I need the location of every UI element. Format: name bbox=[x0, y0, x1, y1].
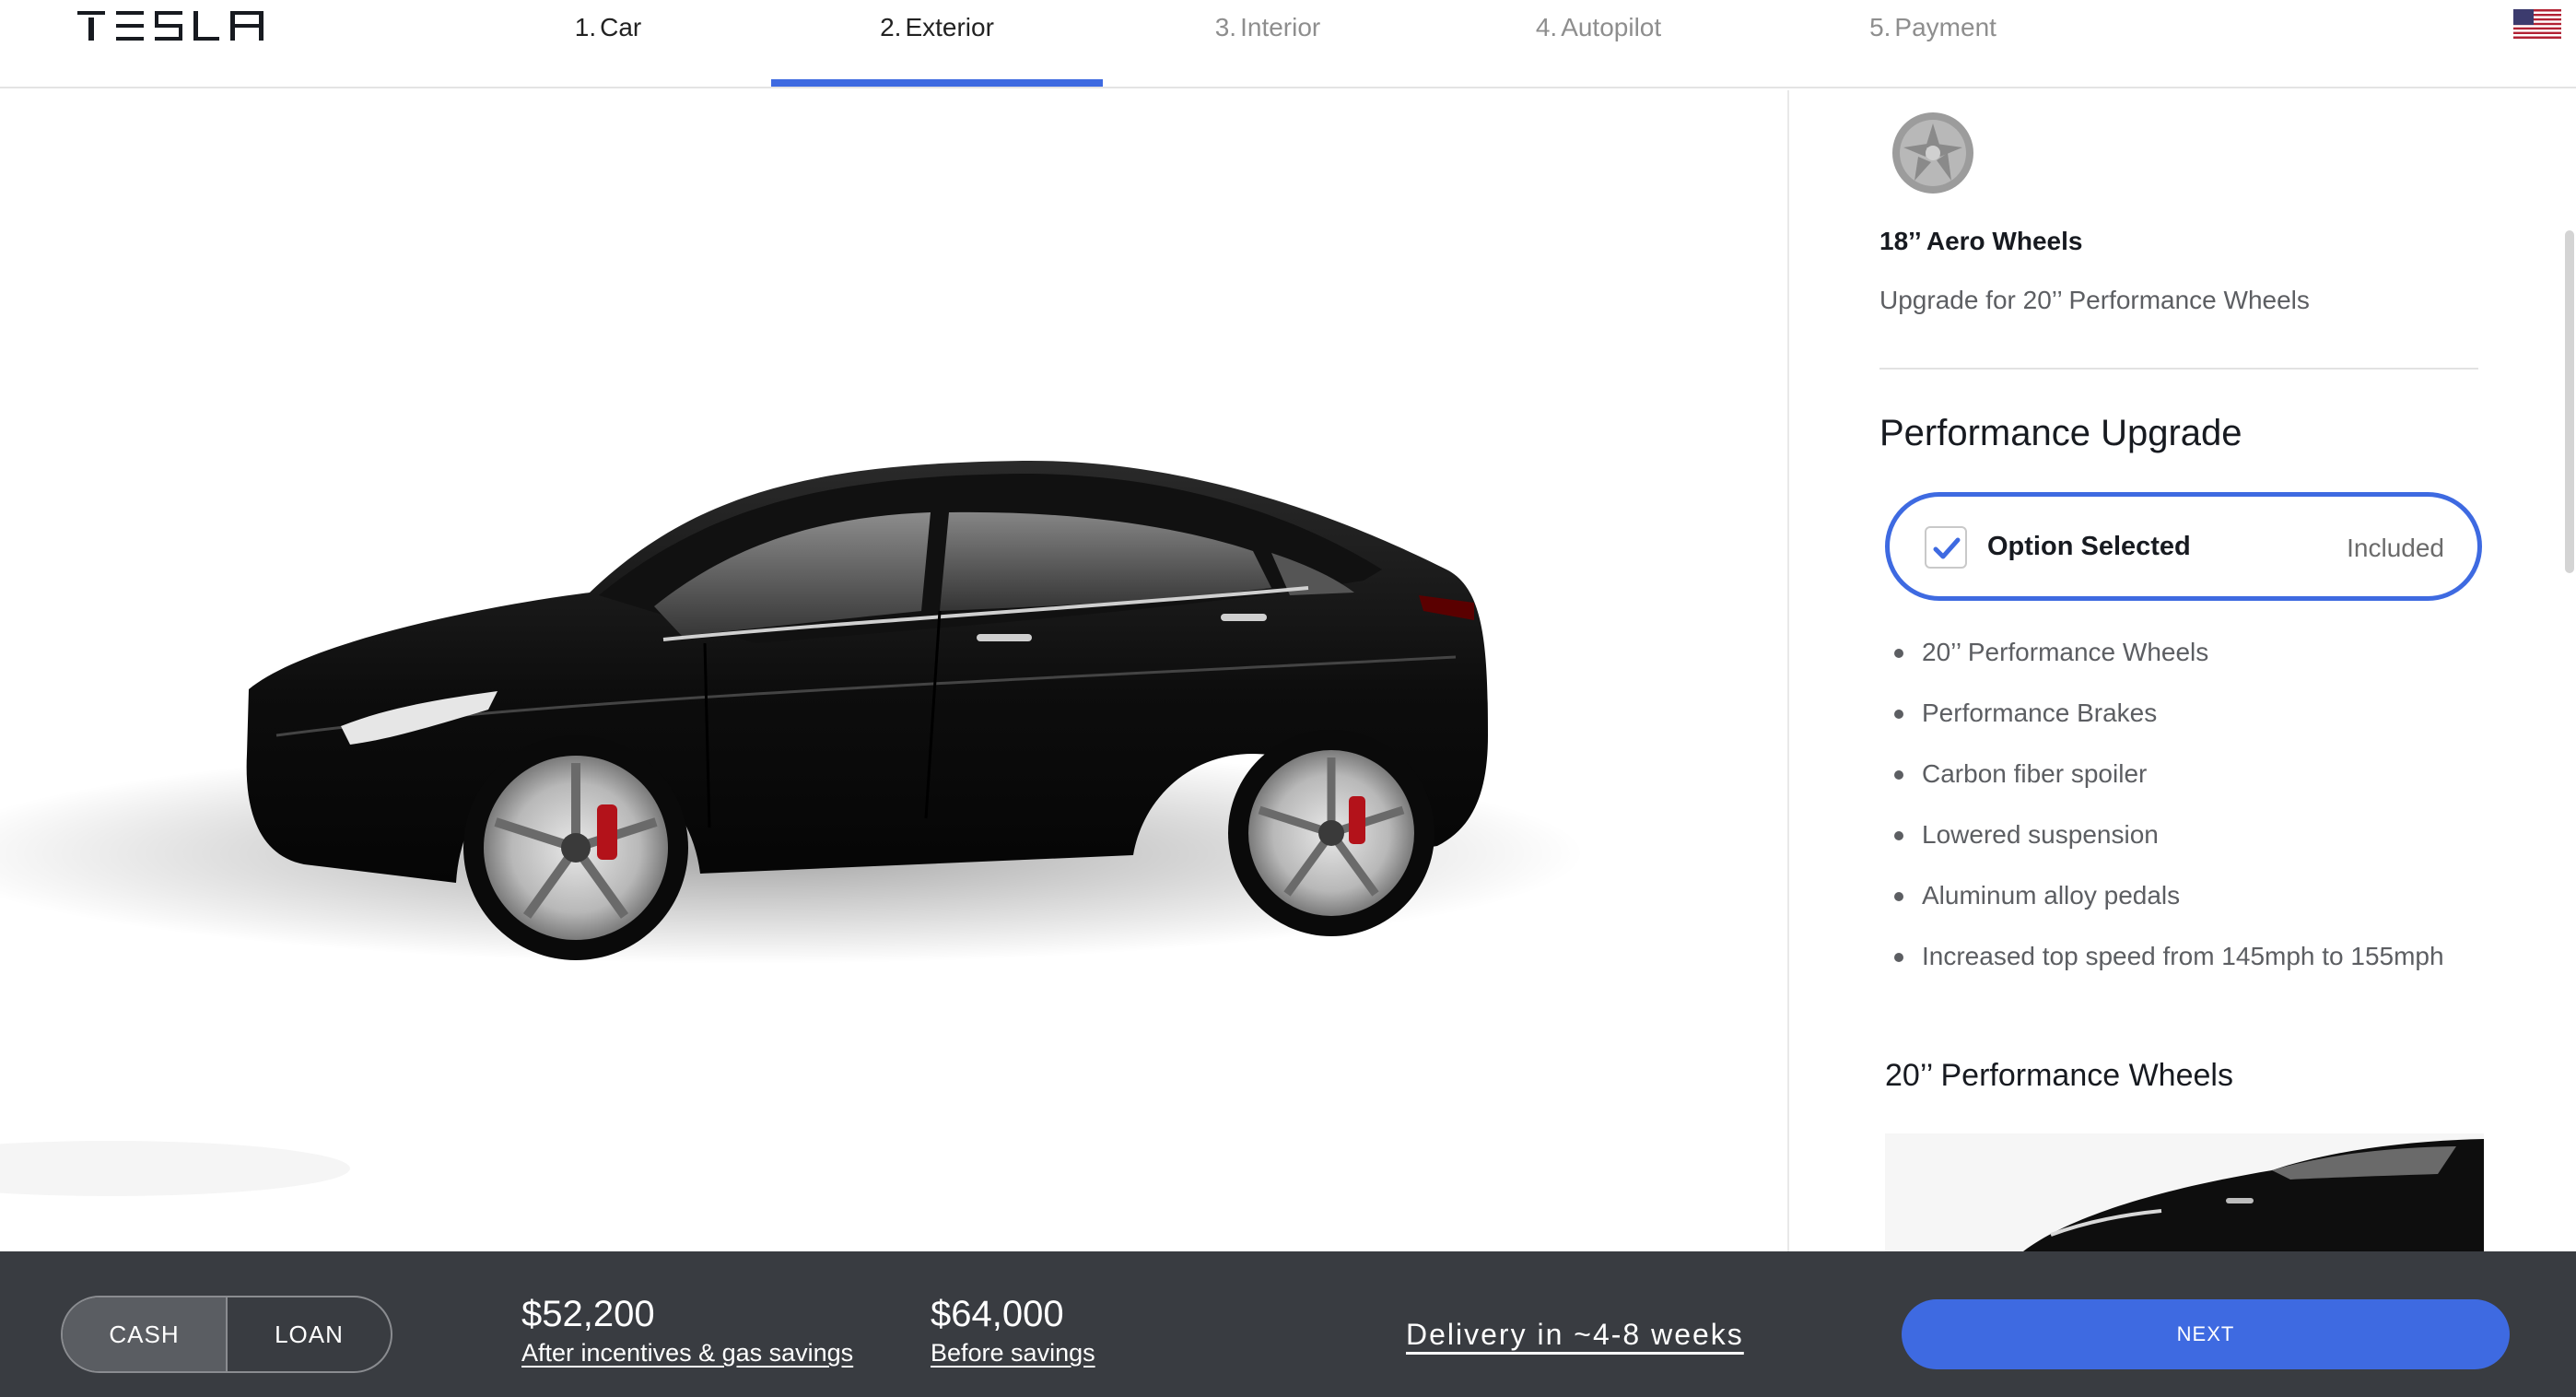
option-label: Option Selected bbox=[1987, 532, 2191, 561]
section-divider bbox=[1879, 368, 2478, 370]
tab-loan[interactable]: LOAN bbox=[228, 1297, 391, 1371]
front-wheel bbox=[463, 735, 688, 960]
list-item: Carbon fiber spoiler bbox=[1891, 752, 2480, 796]
price-after-amount: $52,200 bbox=[521, 1294, 655, 1334]
price-footer: CASH LOAN $52,200 After incentives & gas… bbox=[0, 1251, 2576, 1397]
active-step-indicator bbox=[771, 79, 1103, 87]
step-interior[interactable]: 3. Interior bbox=[1194, 11, 1341, 48]
tab-cash[interactable]: CASH bbox=[63, 1297, 228, 1371]
delivery-estimate-link[interactable]: Delivery in ~4-8 weeks bbox=[1406, 1318, 1744, 1352]
rear-wheel bbox=[1228, 730, 1434, 936]
list-item: Aluminum alloy pedals bbox=[1891, 874, 2480, 918]
wheel-upgrade-note: Upgrade for 20’’ Performance Wheels bbox=[1879, 286, 2310, 314]
car-image bbox=[0, 460, 1585, 1196]
top-nav: 1. Car 2. Exterior 3. Interior 4. Autopilot … bbox=[0, 0, 2576, 88]
next-button[interactable]: NEXT bbox=[1902, 1299, 2510, 1369]
panel-scrollbar[interactable] bbox=[2565, 230, 2574, 573]
car-detail-image bbox=[1885, 1133, 2484, 1251]
price-after-link[interactable]: After incentives & gas savings bbox=[521, 1336, 853, 1369]
step-exterior[interactable]: 2. Exterior bbox=[852, 11, 1022, 48]
step-car[interactable]: 1. Car bbox=[553, 11, 663, 48]
list-item: Performance Brakes bbox=[1891, 691, 2480, 735]
aero-wheel-icon[interactable] bbox=[1891, 111, 1975, 195]
wheel-name: 18’’ Aero Wheels bbox=[1879, 227, 2083, 255]
step-autopilot[interactable]: 4. Autopilot bbox=[1511, 11, 1686, 48]
price-before-savings: $64,000 Before savings bbox=[931, 1292, 1095, 1369]
option-price: Included bbox=[2347, 534, 2444, 562]
performance-option-card[interactable]: Option Selected Included bbox=[1885, 492, 2482, 601]
checkmark-icon bbox=[1933, 537, 1961, 559]
price-after-savings: $52,200 After incentives & gas savings bbox=[521, 1292, 853, 1369]
feature-list: 20’’ Performance Wheels Performance Brak… bbox=[1891, 630, 2480, 995]
price-before-link[interactable]: Before savings bbox=[931, 1336, 1095, 1369]
sub-section-title: 20’’ Performance Wheels bbox=[1885, 1058, 2233, 1093]
section-title: Performance Upgrade bbox=[1879, 413, 2242, 453]
step-payment[interactable]: 5. Payment bbox=[1852, 11, 2014, 48]
payment-type-toggle: CASH LOAN bbox=[61, 1296, 392, 1373]
option-checkbox[interactable] bbox=[1925, 526, 1967, 569]
options-panel: 18’’ Aero Wheels Upgrade for 20’’ Perfor… bbox=[1789, 90, 2576, 1251]
us-flag-icon[interactable] bbox=[2513, 9, 2561, 39]
checkout-steps: 1. Car 2. Exterior 3. Interior 4. Autopilot … bbox=[0, 0, 2576, 88]
list-item: Lowered suspension bbox=[1891, 813, 2480, 857]
list-item: 20’’ Performance Wheels bbox=[1891, 630, 2480, 675]
list-item: Increased top speed from 145mph to 155mp… bbox=[1891, 934, 2480, 979]
car-preview bbox=[0, 90, 1787, 1251]
price-before-amount: $64,000 bbox=[931, 1294, 1064, 1334]
wheel-preview-image bbox=[1885, 1133, 2484, 1251]
